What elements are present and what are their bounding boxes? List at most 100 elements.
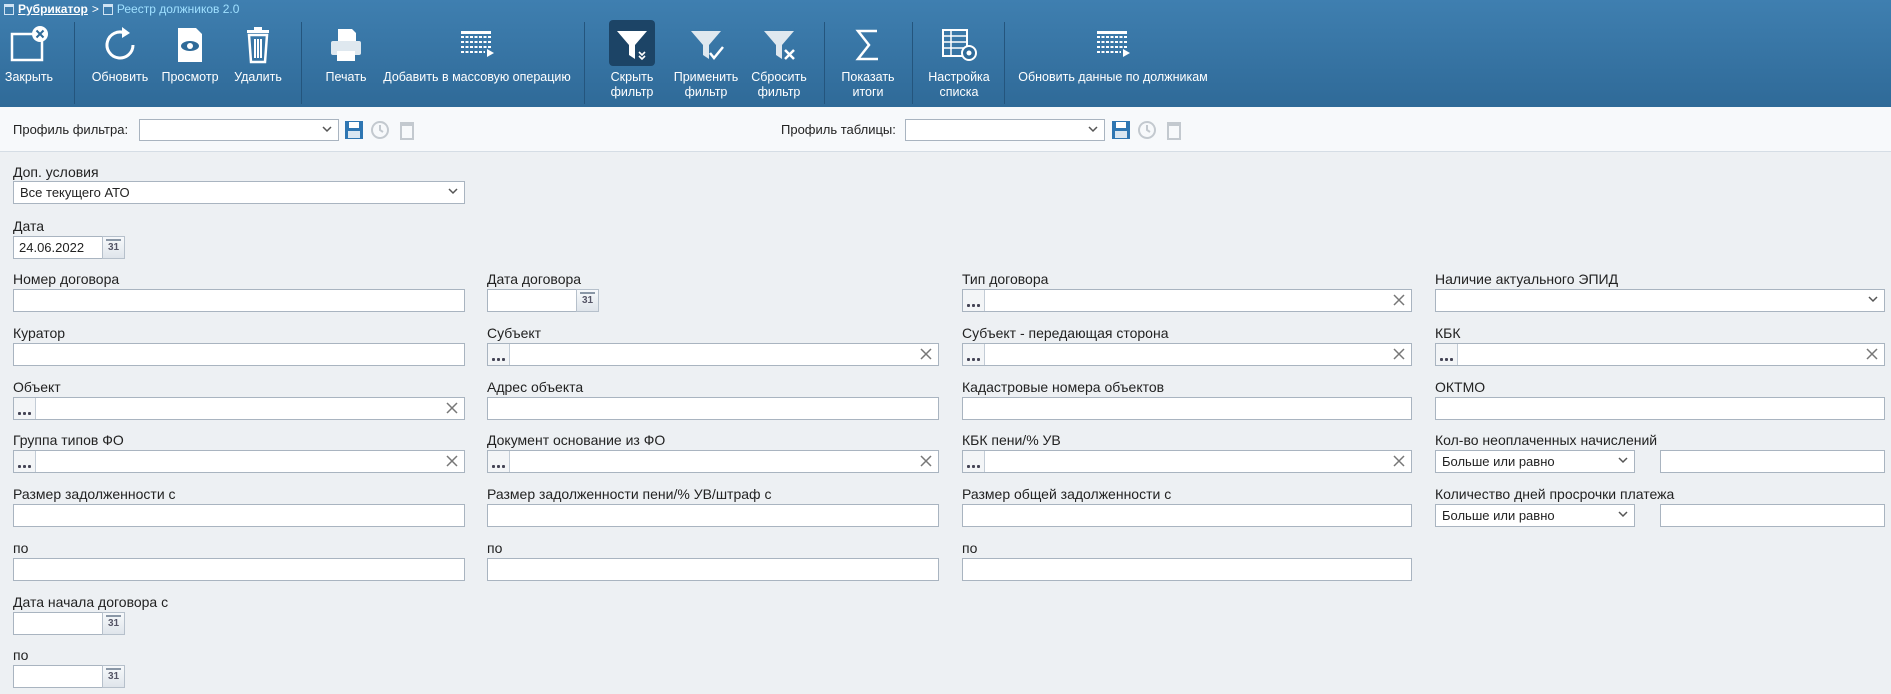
ellipsis-icon[interactable] <box>1436 344 1458 365</box>
toolbar-separator <box>912 22 913 104</box>
contract-number-input[interactable] <box>13 289 465 312</box>
save-profile-icon[interactable] <box>343 119 365 141</box>
curator-label: Куратор <box>13 325 66 341</box>
debt-from-input[interactable] <box>13 504 465 527</box>
epid-label: Наличие актуального ЭПИД <box>1435 271 1619 287</box>
chevron-down-icon <box>1088 126 1098 133</box>
subject-transfer-picker[interactable] <box>962 343 1412 366</box>
table-profile-select[interactable] <box>905 119 1105 141</box>
ellipsis-icon[interactable] <box>14 451 36 472</box>
calendar-icon[interactable]: 31 <box>576 289 599 312</box>
clear-icon[interactable] <box>1392 347 1406 361</box>
calendar-icon[interactable]: 31 <box>102 665 125 688</box>
close-button[interactable]: Закрыть <box>0 20 58 106</box>
table-profile-label: Профиль таблицы: <box>781 122 896 137</box>
table-add-icon <box>461 31 494 57</box>
overdue-days-operator-select[interactable]: Больше или равно <box>1435 504 1635 527</box>
kbk-picker[interactable] <box>1435 343 1885 366</box>
reset-table-profile-icon[interactable] <box>1136 119 1158 141</box>
ellipsis-icon[interactable] <box>963 290 985 311</box>
object-label: Объект <box>13 379 61 395</box>
fo-document-label: Документ основание из ФО <box>487 432 666 448</box>
clear-icon[interactable] <box>445 454 459 468</box>
cadastral-input[interactable] <box>962 397 1412 420</box>
total-debt-to-label: по <box>962 540 978 556</box>
fo-document-picker[interactable] <box>487 450 939 473</box>
hide-filter-button[interactable]: Скрыть фильтр <box>600 20 664 106</box>
breadcrumb-root-link[interactable]: Рубрикатор <box>18 2 88 16</box>
object-address-input[interactable] <box>487 397 939 420</box>
debt-to-input[interactable] <box>13 558 465 581</box>
ellipsis-icon[interactable] <box>488 344 510 365</box>
fo-group-label: Группа типов ФО <box>13 432 124 448</box>
fo-group-picker[interactable] <box>13 450 465 473</box>
total-debt-from-label: Размер общей задолженности с <box>962 486 1172 502</box>
chevron-down-icon <box>322 126 332 133</box>
penalty-debt-from-input[interactable] <box>487 504 939 527</box>
contract-date-input[interactable] <box>487 289 577 312</box>
penalty-debt-to-input[interactable] <box>487 558 939 581</box>
reset-filter-button[interactable]: Сбросить фильтр <box>745 20 813 106</box>
trash-icon <box>247 27 269 64</box>
object-picker[interactable] <box>13 397 465 420</box>
view-label: Просмотр <box>161 70 219 84</box>
profile-bar: Профиль фильтра: Профиль таблицы: <box>0 107 1891 152</box>
overdue-days-input[interactable] <box>1660 504 1885 527</box>
filter-profile-select[interactable] <box>139 119 339 141</box>
subject-label: Субъект <box>487 325 542 341</box>
subject-picker[interactable] <box>487 343 939 366</box>
total-debt-to-input[interactable] <box>962 558 1412 581</box>
date-input[interactable]: 24.06.2022 <box>13 236 103 259</box>
calendar-icon[interactable]: 31 <box>102 612 125 635</box>
unpaid-count-operator-select[interactable]: Больше или равно <box>1435 450 1635 473</box>
list-settings-button[interactable]: Настройка списка <box>924 20 994 106</box>
ellipsis-icon[interactable] <box>963 451 985 472</box>
clear-icon[interactable] <box>919 454 933 468</box>
total-debt-from-input[interactable] <box>962 504 1412 527</box>
printer-icon <box>331 29 361 61</box>
clear-icon[interactable] <box>1865 347 1879 361</box>
delete-table-profile-icon[interactable] <box>1163 119 1185 141</box>
curator-input[interactable] <box>13 343 465 366</box>
sigma-icon <box>855 29 878 61</box>
contract-start-to-input[interactable] <box>13 665 103 688</box>
clear-icon[interactable] <box>1392 454 1406 468</box>
reset-profile-icon[interactable] <box>369 119 391 141</box>
oktmo-label: ОКТМО <box>1435 379 1486 395</box>
refresh-icon <box>105 27 135 60</box>
save-table-profile-icon[interactable] <box>1110 119 1132 141</box>
show-totals-button[interactable]: Показать итоги <box>836 20 900 106</box>
delete-button[interactable]: Удалить <box>226 20 290 106</box>
ellipsis-icon[interactable] <box>963 344 985 365</box>
contract-start-to-label: по <box>13 647 29 663</box>
refresh-button[interactable]: Обновить <box>88 20 152 106</box>
kbk-label: КБК <box>1435 325 1461 341</box>
hide-filter-label-1: Скрыть <box>610 70 654 84</box>
update-debtors-button[interactable]: Обновить данные по должникам <box>1016 20 1210 106</box>
epid-select[interactable] <box>1435 289 1885 312</box>
calendar-icon[interactable]: 31 <box>102 236 125 259</box>
ellipsis-icon[interactable] <box>488 451 510 472</box>
oktmo-input[interactable] <box>1435 397 1885 420</box>
clear-icon[interactable] <box>445 401 459 415</box>
extra-conditions-select[interactable]: Все текущего АТО <box>13 181 465 204</box>
apply-filter-button[interactable]: Применить фильтр <box>669 20 743 106</box>
delete-profile-icon[interactable] <box>396 119 418 141</box>
document-icon <box>102 3 113 15</box>
view-button[interactable]: Просмотр <box>158 20 222 106</box>
extra-conditions-value: Все текущего АТО <box>20 185 130 200</box>
overdue-days-operator-value: Больше или равно <box>1442 508 1555 523</box>
clear-icon[interactable] <box>919 347 933 361</box>
toolbar-separator <box>301 22 302 104</box>
contract-start-from-input[interactable] <box>13 612 103 635</box>
kbk-penalty-picker[interactable] <box>962 450 1412 473</box>
add-mass-operation-button[interactable]: Добавить в массовую операцию <box>383 20 571 106</box>
table-update-icon <box>1097 31 1130 57</box>
print-button[interactable]: Печать <box>314 20 378 106</box>
clear-icon[interactable] <box>1392 293 1406 307</box>
add-mass-operation-label: Добавить в массовую операцию <box>383 70 571 84</box>
list-icon <box>4 3 14 15</box>
unpaid-count-input[interactable] <box>1660 450 1885 473</box>
ellipsis-icon[interactable] <box>14 398 36 419</box>
contract-type-picker[interactable] <box>962 289 1412 312</box>
